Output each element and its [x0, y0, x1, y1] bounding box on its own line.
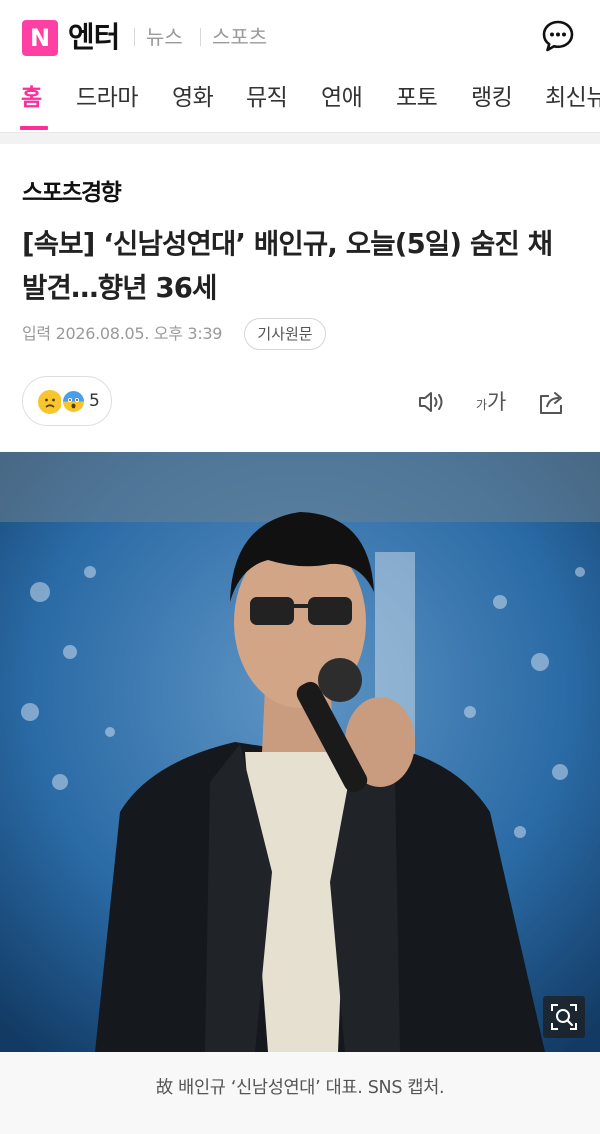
- font-size-small-label: 가: [476, 398, 488, 412]
- naver-logo[interactable]: N: [22, 20, 58, 56]
- section-divider: [0, 132, 600, 144]
- brand-title[interactable]: 엔터: [68, 17, 120, 57]
- nav-link-news[interactable]: 뉴스: [146, 24, 183, 50]
- category-tab-photo[interactable]: 포토: [396, 82, 438, 114]
- nav-link-sports[interactable]: 스포츠: [212, 24, 267, 50]
- font-size-button[interactable]: 가가: [476, 386, 506, 416]
- category-tab-home[interactable]: 홈: [21, 82, 42, 114]
- zoom-button[interactable]: [543, 996, 585, 1038]
- category-tab-drama[interactable]: 드라마: [76, 82, 138, 114]
- press-logo[interactable]: 스포츠경향: [22, 173, 122, 207]
- article-date: 입력 2026.08.05. 오후 3:39: [22, 324, 223, 343]
- reaction-count: 5: [89, 391, 100, 411]
- category-nav: 홈 드라마 영화 뮤직 연애 포토 랭킹 최신뉴스: [0, 72, 600, 132]
- active-tab-indicator: [20, 126, 48, 130]
- article-headline: [속보] ‘신남성연대’ 배인규, 오늘(5일) 숨진 채 발견…향년 36세: [22, 228, 553, 304]
- category-tab-movie[interactable]: 영화: [172, 82, 214, 114]
- header-divider: [134, 28, 135, 46]
- share-icon[interactable]: [537, 388, 567, 416]
- zoom-search-icon: [551, 1004, 577, 1030]
- photo-caption: 故 배인규 ‘신남성연대’ 대표. SNS 캡처.: [155, 1078, 445, 1098]
- reaction-button[interactable]: 5: [22, 376, 112, 426]
- category-tab-celeb[interactable]: 연애: [321, 82, 363, 114]
- original-article-button[interactable]: 기사원문: [244, 318, 326, 350]
- top-bar: N 엔터 뉴스 스포츠: [0, 0, 600, 72]
- article-photo: [0, 452, 600, 1052]
- speaker-icon[interactable]: [417, 388, 447, 416]
- category-tab-music[interactable]: 뮤직: [246, 82, 288, 114]
- header-divider: [200, 28, 201, 46]
- category-tab-ranking[interactable]: 랭킹: [471, 82, 513, 114]
- sad-face-icon: [38, 390, 62, 414]
- category-tab-latest[interactable]: 최신뉴스: [545, 82, 600, 114]
- font-size-big-label: 가: [487, 390, 507, 414]
- shocked-face-icon: [61, 389, 86, 414]
- chat-bubble-icon[interactable]: [541, 19, 575, 53]
